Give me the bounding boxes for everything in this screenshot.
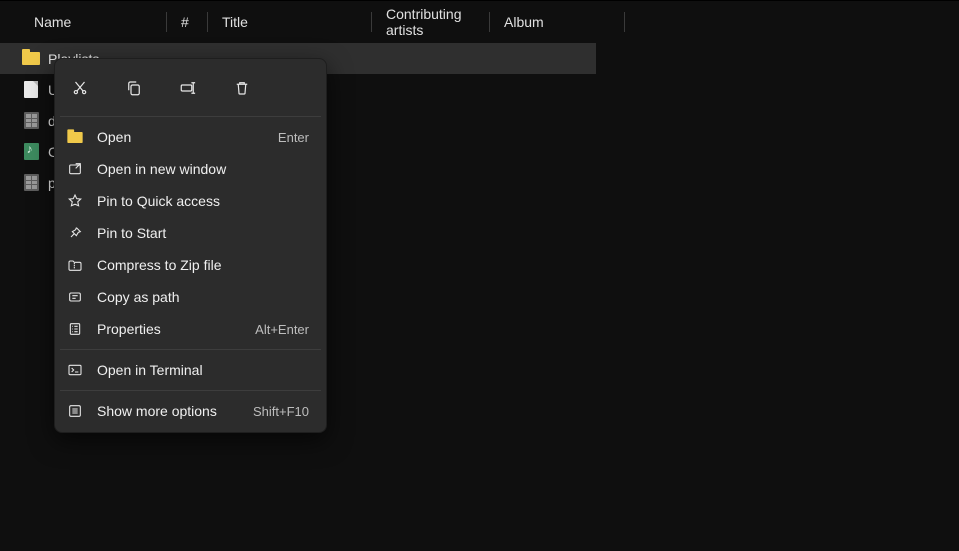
zip-icon bbox=[65, 255, 85, 275]
terminal-icon bbox=[65, 360, 85, 380]
context-menu-separator bbox=[60, 116, 321, 117]
menu-item-accelerator: Enter bbox=[278, 130, 309, 145]
properties-icon bbox=[65, 319, 85, 339]
menu-item-accelerator: Alt+Enter bbox=[255, 322, 309, 337]
folder-open-icon bbox=[65, 127, 85, 147]
pin-icon bbox=[65, 223, 85, 243]
menu-item-label: Compress to Zip file bbox=[97, 257, 309, 273]
rename-button[interactable] bbox=[173, 73, 203, 103]
menu-item-label: Open in Terminal bbox=[97, 362, 309, 378]
delete-icon bbox=[233, 79, 251, 97]
menu-item-label: Pin to Quick access bbox=[97, 193, 309, 209]
new-window-icon bbox=[65, 159, 85, 179]
menu-item-open-new-window[interactable]: Open in new window bbox=[60, 153, 321, 185]
column-title[interactable]: Title bbox=[208, 1, 371, 43]
menu-item-label: Open in new window bbox=[97, 161, 309, 177]
menu-item-label: Show more options bbox=[97, 403, 241, 419]
music-file-icon bbox=[22, 143, 40, 161]
cut-icon bbox=[71, 79, 89, 97]
menu-item-pin-quick-access[interactable]: Pin to Quick access bbox=[60, 185, 321, 217]
column-album[interactable]: Album bbox=[490, 1, 624, 43]
context-menu-icon-row bbox=[60, 64, 321, 112]
menu-item-properties[interactable]: Properties Alt+Enter bbox=[60, 313, 321, 345]
column-title-label: Title bbox=[222, 14, 248, 30]
column-header-row: Name # Title Contributing artists Album bbox=[0, 0, 959, 43]
context-menu-separator bbox=[60, 349, 321, 350]
menu-item-label: Pin to Start bbox=[97, 225, 309, 241]
column-name-label: Name bbox=[34, 14, 71, 30]
folder-icon bbox=[22, 50, 40, 68]
menu-item-copy-as-path[interactable]: Copy as path bbox=[60, 281, 321, 313]
column-separator[interactable] bbox=[624, 12, 625, 32]
menu-item-label: Open bbox=[97, 129, 266, 145]
context-menu-separator bbox=[60, 390, 321, 391]
star-icon bbox=[65, 191, 85, 211]
menu-item-label: Properties bbox=[97, 321, 243, 337]
menu-item-accelerator: Shift+F10 bbox=[253, 404, 309, 419]
column-name[interactable]: Name bbox=[20, 1, 166, 43]
rename-icon bbox=[179, 79, 197, 97]
menu-item-pin-start[interactable]: Pin to Start bbox=[60, 217, 321, 249]
copy-path-icon bbox=[65, 287, 85, 307]
copy-button[interactable] bbox=[119, 73, 149, 103]
column-album-label: Album bbox=[504, 14, 544, 30]
grid-file-icon bbox=[22, 112, 40, 130]
copy-icon bbox=[125, 79, 143, 97]
column-contributing-artists[interactable]: Contributing artists bbox=[372, 1, 489, 43]
menu-item-compress-zip[interactable]: Compress to Zip file bbox=[60, 249, 321, 281]
context-menu: Open Enter Open in new window Pin to Qui… bbox=[54, 58, 327, 433]
column-hash[interactable]: # bbox=[167, 1, 207, 43]
file-icon bbox=[22, 81, 40, 99]
delete-button[interactable] bbox=[227, 73, 257, 103]
cut-button[interactable] bbox=[65, 73, 95, 103]
menu-item-open[interactable]: Open Enter bbox=[60, 121, 321, 153]
column-contrib-label: Contributing artists bbox=[386, 6, 489, 38]
menu-item-show-more-options[interactable]: Show more options Shift+F10 bbox=[60, 395, 321, 427]
more-icon bbox=[65, 401, 85, 421]
column-hash-label: # bbox=[181, 14, 189, 30]
grid-file-icon bbox=[22, 174, 40, 192]
menu-item-label: Copy as path bbox=[97, 289, 309, 305]
menu-item-open-terminal[interactable]: Open in Terminal bbox=[60, 354, 321, 386]
